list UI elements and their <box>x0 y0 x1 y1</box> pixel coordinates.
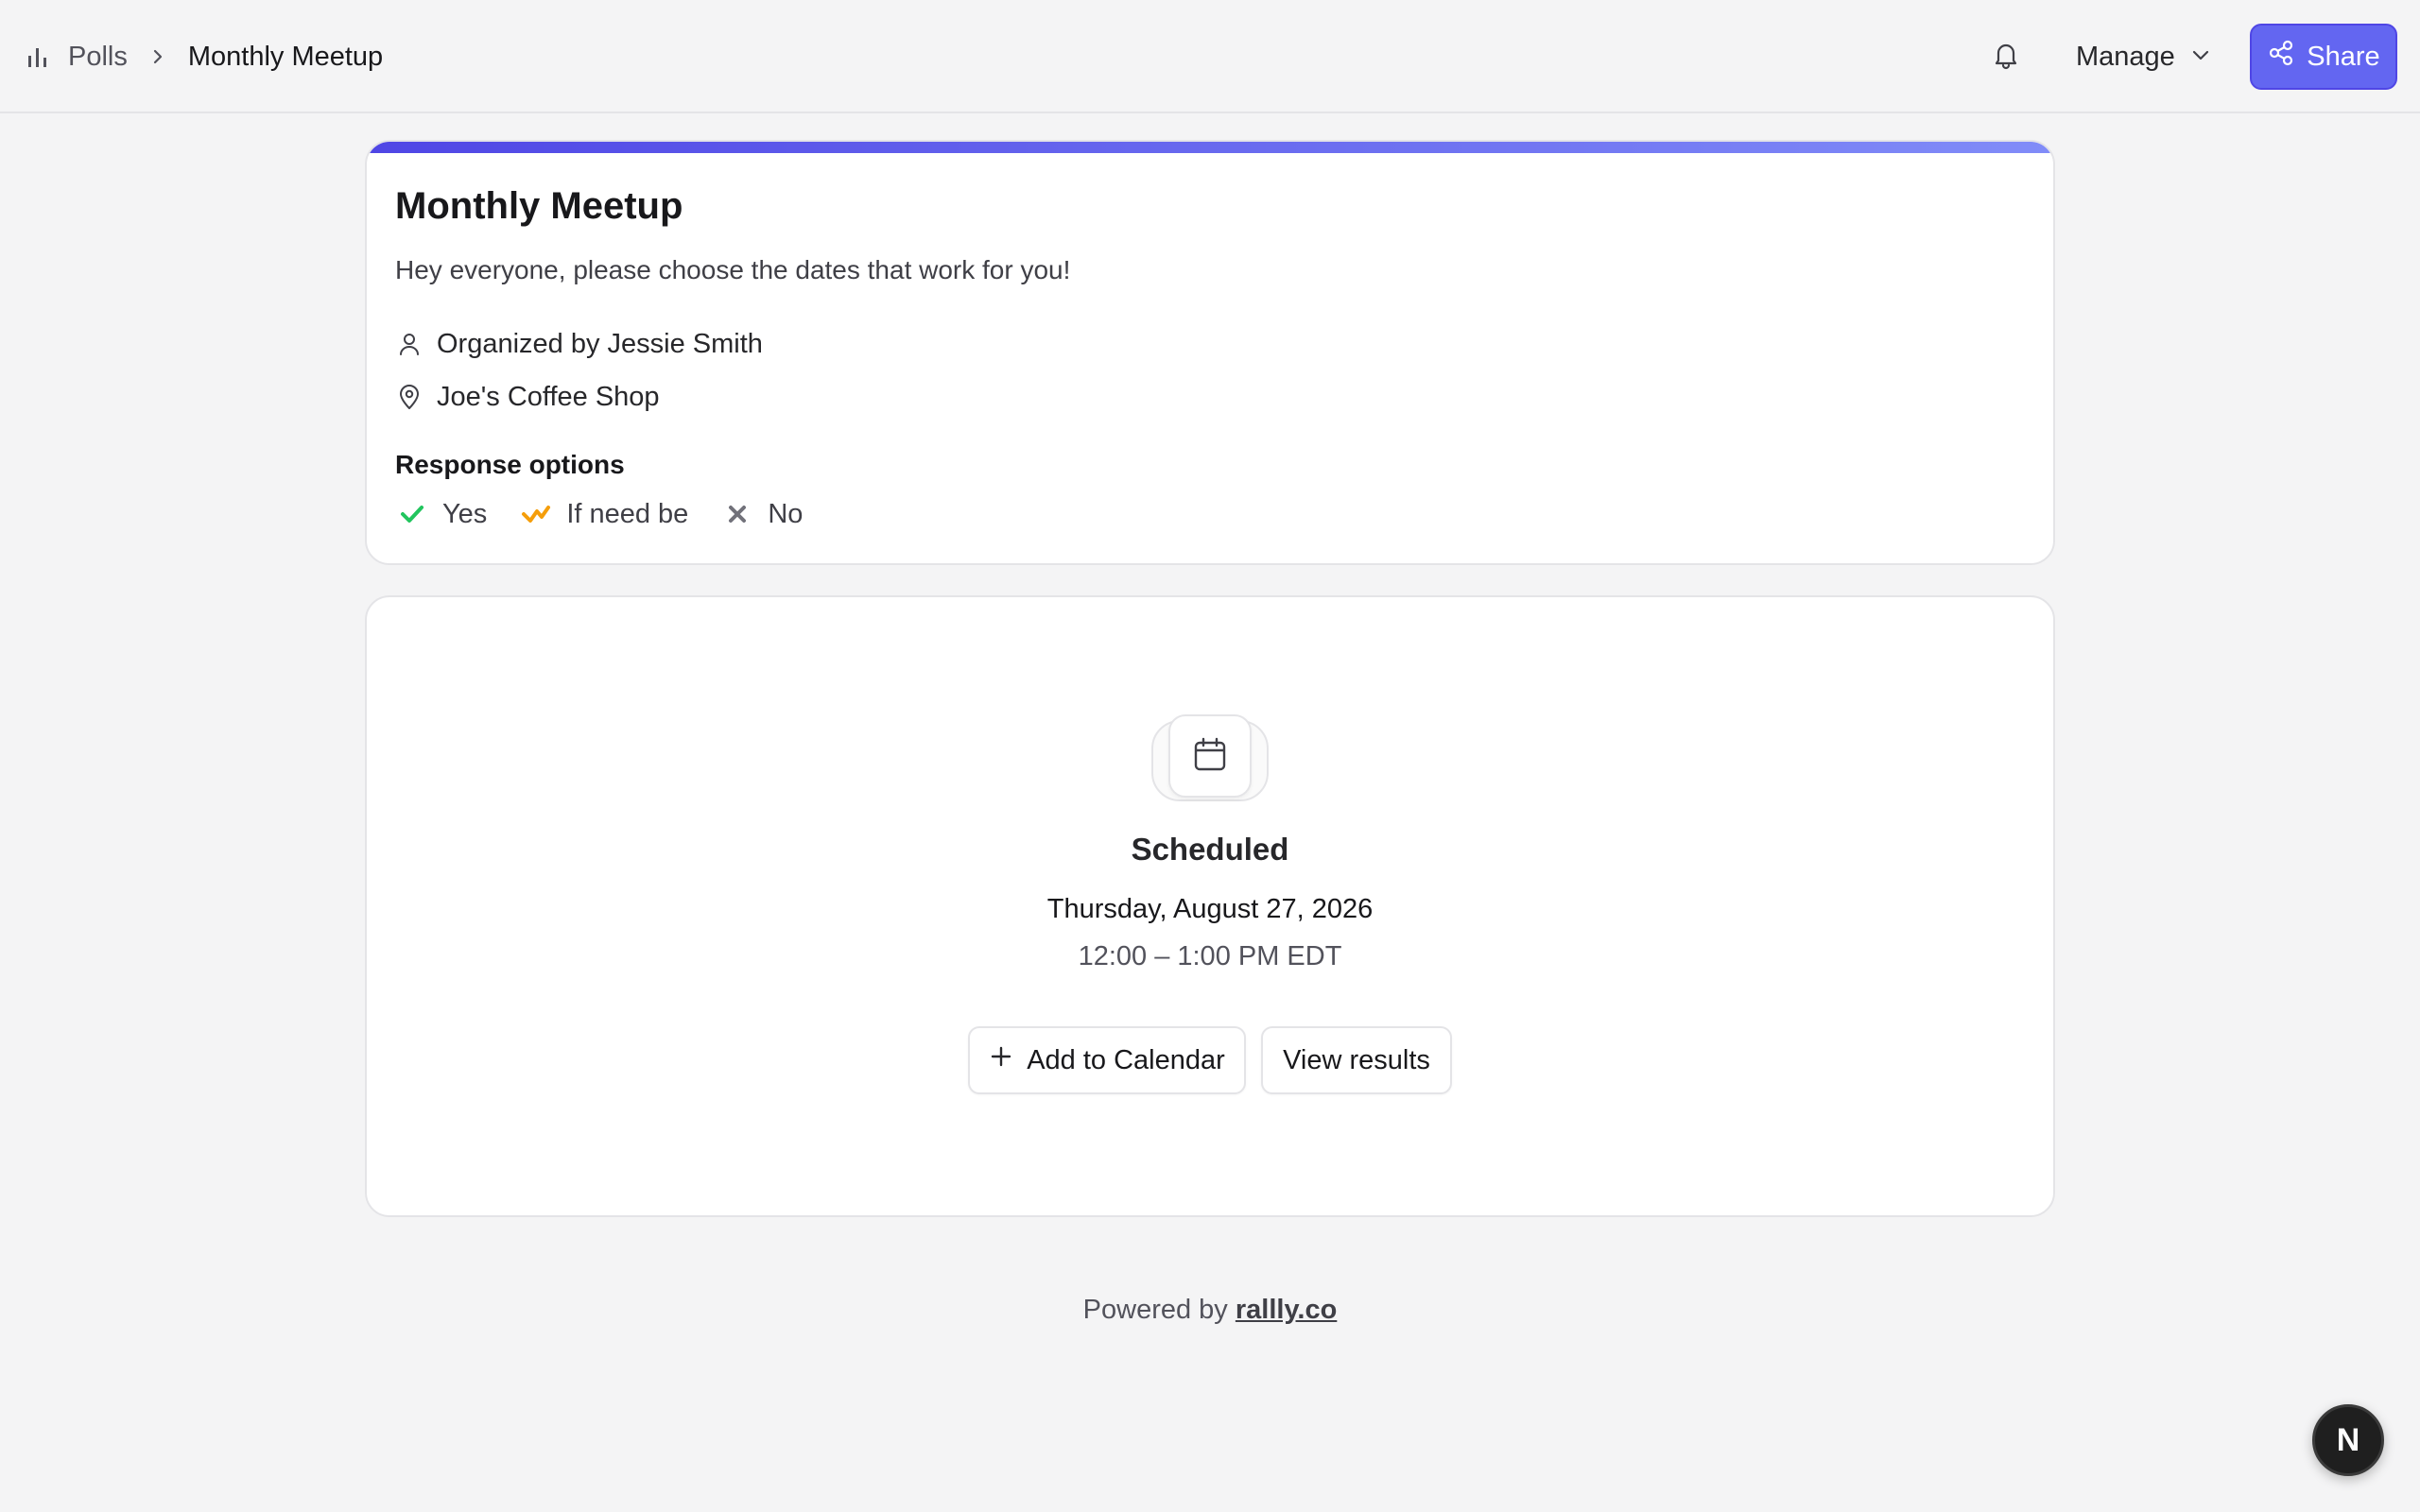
chevron-right-icon <box>145 43 171 70</box>
response-options-heading: Response options <box>395 450 625 479</box>
share-button[interactable]: Share <box>2250 24 2397 90</box>
response-option-yes: Yes <box>395 497 487 531</box>
organizer-text: Organized by Jessie Smith <box>437 328 763 359</box>
poll-description: Hey everyone, please choose the dates th… <box>395 255 1071 284</box>
breadcrumb-current: Monthly Meetup <box>187 41 384 72</box>
user-icon <box>395 330 424 358</box>
breadcrumb: Polls Monthly Meetup <box>25 34 383 79</box>
scheduled-date: Thursday, August 27, 2026 <box>1046 894 1374 924</box>
calendar-icon <box>1191 735 1229 778</box>
chevron-down-icon <box>2190 42 2211 73</box>
check-wave-icon <box>519 497 553 531</box>
bar-chart-icon <box>25 43 51 70</box>
poll-title: Monthly Meetup <box>395 185 683 227</box>
bell-icon <box>1991 40 2021 75</box>
view-results-button[interactable]: View results <box>1261 1026 1452 1094</box>
response-option-label: Yes <box>442 498 488 529</box>
manage-label: Manage <box>2076 41 2175 72</box>
response-option-no: No <box>720 497 803 531</box>
scheduled-time: 12:00 – 1:00 PM EDT <box>1078 941 1342 971</box>
calendar-badge-front <box>1168 714 1252 798</box>
scheduled-status: Scheduled <box>1131 832 1289 867</box>
organizer-row: Organized by Jessie Smith <box>395 325 763 363</box>
x-icon <box>720 497 754 531</box>
footer: Powered by rallly.co <box>365 1295 2055 1326</box>
location-text: Joe's Coffee Shop <box>437 381 660 412</box>
top-bar: Polls Monthly Meetup Manage Share <box>0 0 2420 113</box>
map-pin-icon <box>395 383 424 411</box>
view-results-label: View results <box>1283 1044 1430 1075</box>
response-option-label: No <box>768 498 804 529</box>
check-icon <box>395 497 429 531</box>
calendar-badge <box>1151 714 1269 801</box>
share-label: Share <box>2307 41 2380 72</box>
dev-tools-badge[interactable]: N <box>2312 1404 2384 1476</box>
next-logo-icon: N <box>2336 1421 2360 1458</box>
response-option-label: If need be <box>566 498 689 529</box>
rallly-link[interactable]: rallly.co <box>1236 1295 1337 1325</box>
footer-prefix: Powered by <box>1082 1295 1236 1325</box>
add-to-calendar-label: Add to Calendar <box>1027 1044 1225 1075</box>
location-row: Joe's Coffee Shop <box>395 378 660 416</box>
add-to-calendar-button[interactable]: Add to Calendar <box>968 1026 1246 1094</box>
plus-icon <box>989 1044 1013 1076</box>
notifications-button[interactable] <box>1985 36 2027 77</box>
accent-bar <box>367 142 2053 153</box>
response-option-if-need-be: If need be <box>519 497 688 531</box>
breadcrumb-polls-link[interactable]: Polls <box>68 42 128 73</box>
response-options-list: Yes If need be No <box>395 495 835 533</box>
manage-dropdown[interactable]: Manage <box>2061 28 2226 85</box>
share-icon <box>2267 39 2295 75</box>
